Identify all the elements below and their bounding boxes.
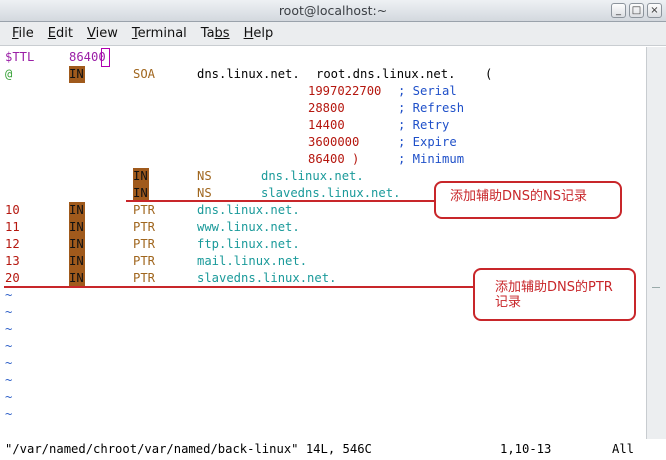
empty-line-tilde: ~ [5, 373, 13, 387]
ptr-num: 12 [5, 237, 20, 251]
text-cursor [101, 48, 110, 67]
soa-minimum-comment: ; Minimum [398, 152, 465, 166]
ptr-annotation-text-1: 添加辅助DNS的PTR [495, 280, 613, 295]
empty-line-tilde: ~ [5, 288, 13, 302]
ptr-record-5: 20 IN PTR slavedns.linux.net. [5, 270, 336, 287]
menu-file[interactable]: File [5, 26, 41, 41]
ptr-class: IN [69, 236, 85, 253]
ptr-record-3: 12 IN PTR ftp.linux.net. [5, 236, 300, 253]
ptr-host: www.linux.net. [197, 220, 300, 234]
status-file-info: "/var/named/chroot/var/named/back-linux"… [5, 442, 372, 456]
soa-minimum-line: 86400 ) ; Minimum [5, 151, 464, 168]
soa-expire: 3600000 [308, 135, 360, 149]
menu-help[interactable]: Help [237, 26, 281, 41]
window-title: root@localhost:~ [278, 3, 388, 18]
empty-line-tilde: ~ [5, 339, 13, 353]
ptr-class: IN [69, 270, 85, 287]
ptr-record-2: 11 IN PTR www.linux.net. [5, 219, 300, 236]
status-cursor-position: 1,10-13 [500, 442, 552, 456]
ptr-annotation-text-2: 记录 [495, 295, 522, 310]
empty-line-tilde: ~ [5, 322, 13, 336]
soa-serial-line: 1997022700 ; Serial [5, 83, 457, 100]
ns-record-2: IN NS slavedns.linux.net. [5, 185, 400, 202]
scrollbar-grip-icon[interactable] [652, 287, 660, 304]
ns-type: NS [197, 169, 212, 183]
soa-expire-comment: ; Expire [398, 135, 457, 149]
empty-line-tilde: ~ [5, 390, 13, 404]
soa-origin: @ [5, 67, 13, 81]
soa-retry-line: 14400 ; Retry [5, 117, 449, 134]
menu-edit[interactable]: Edit [41, 26, 80, 41]
ptr-num: 20 [5, 271, 20, 285]
ptr-annotation-callout: 添加辅助DNS的PTR 记录 [473, 268, 636, 321]
ptr-host: slavedns.linux.net. [197, 271, 337, 285]
ptr-annotation-line [4, 286, 474, 288]
ptr-host: ftp.linux.net. [197, 237, 300, 251]
ptr-type: PTR [133, 271, 156, 285]
window-titlebar[interactable]: root@localhost:~ _ □ × [0, 0, 666, 22]
vim-statusline: "/var/named/chroot/var/named/back-linux"… [0, 439, 666, 460]
soa-refresh-comment: ; Refresh [398, 101, 465, 115]
menubar: File Edit View Terminal Tabs Help [0, 22, 666, 46]
soa-contact: root.dns.linux.net. [316, 67, 456, 81]
soa-refresh: 28800 [308, 101, 345, 115]
maximize-button[interactable]: □ [629, 3, 644, 18]
ptr-type: PTR [133, 254, 156, 268]
soa-expire-line: 3600000 ; Expire [5, 134, 457, 151]
ptr-class: IN [69, 202, 85, 219]
status-scroll: All [612, 442, 635, 456]
ns-record-1: IN NS dns.linux.net. [5, 168, 364, 185]
ptr-type: PTR [133, 237, 156, 251]
ptr-num: 13 [5, 254, 20, 268]
menu-terminal[interactable]: Terminal [125, 26, 194, 41]
menu-view[interactable]: View [80, 26, 125, 41]
soa-type: SOA [133, 67, 156, 81]
vertical-scrollbar[interactable] [646, 47, 666, 439]
ptr-num: 11 [5, 220, 20, 234]
ptr-host: dns.linux.net. [197, 203, 300, 217]
empty-line-tilde: ~ [5, 356, 13, 370]
close-button[interactable]: × [647, 3, 662, 18]
terminal-view[interactable]: $TTL 86400 @ IN SOA dns.linux.net. root.… [0, 47, 646, 439]
ns-host: dns.linux.net. [261, 169, 364, 183]
ptr-host: mail.linux.net. [197, 254, 308, 268]
ttl-value: 86400 [69, 50, 106, 64]
ns-class: IN [133, 168, 149, 185]
soa-serial-comment: ; Serial [398, 84, 457, 98]
ptr-record-4: 13 IN PTR mail.linux.net. [5, 253, 307, 270]
empty-line-tilde: ~ [5, 305, 13, 319]
soa-minimum: 86400 ) [308, 152, 360, 166]
soa-retry: 14400 [308, 118, 345, 132]
ptr-class: IN [69, 219, 85, 236]
soa-primary: dns.linux.net. [197, 67, 300, 81]
ttl-line: $TTL 86400 [5, 48, 110, 67]
ttl-key: $TTL [5, 50, 35, 64]
ptr-num: 10 [5, 203, 20, 217]
soa-open-paren: ( [485, 67, 493, 81]
soa-line: @ IN SOA dns.linux.net. root.dns.linux.n… [5, 66, 492, 83]
empty-line-tilde: ~ [5, 407, 13, 421]
menu-tabs[interactable]: Tabs [194, 26, 237, 41]
soa-serial: 1997022700 [308, 84, 382, 98]
ptr-class: IN [69, 253, 85, 270]
soa-refresh-line: 28800 ; Refresh [5, 100, 464, 117]
ptr-type: PTR [133, 220, 156, 234]
soa-class: IN [69, 66, 85, 83]
ptr-type: PTR [133, 203, 156, 217]
ns-annotation-text: 添加辅助DNS的NS记录 [450, 189, 587, 204]
minimize-button[interactable]: _ [611, 3, 626, 18]
ptr-record-1: 10 IN PTR dns.linux.net. [5, 202, 300, 219]
soa-retry-comment: ; Retry [398, 118, 450, 132]
ns-annotation-callout: 添加辅助DNS的NS记录 [434, 181, 622, 219]
ns-annotation-line [126, 200, 434, 202]
